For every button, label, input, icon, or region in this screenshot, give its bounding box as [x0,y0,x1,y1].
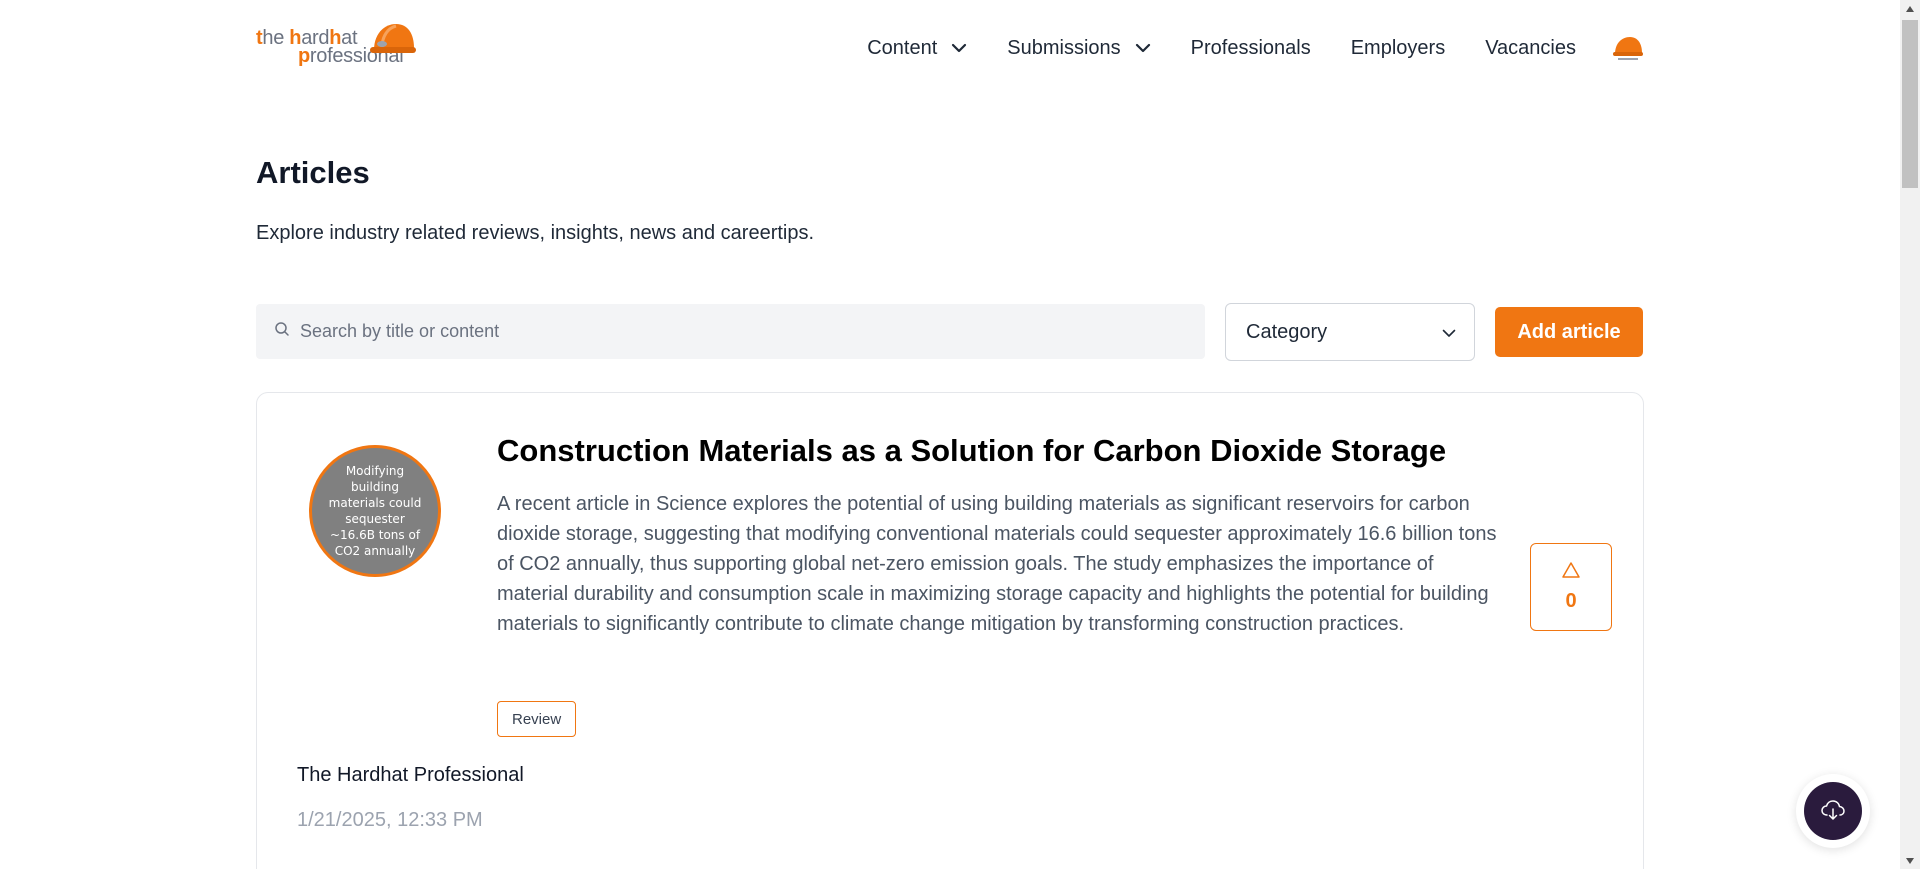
triangle-up-icon [1561,561,1581,584]
upvote-button[interactable]: 0 [1530,543,1612,631]
category-select-label: Category [1246,320,1328,343]
category-select[interactable]: Category [1225,303,1475,361]
search-input[interactable] [300,321,1180,342]
search-icon [274,321,290,342]
article-thumbnail[interactable]: Modifying building materials could seque… [309,445,441,577]
hardhat-icon[interactable] [1612,34,1644,62]
nav-content[interactable]: Content [867,37,967,60]
cloud-download-button[interactable] [1804,782,1862,840]
nav-professionals[interactable]: Professionals [1191,37,1311,60]
nav-submissions[interactable]: Submissions [1007,37,1150,60]
page-title: Articles [256,155,370,190]
article-description: A recent article in Science explores the… [497,493,1497,635]
nav-employers[interactable]: Employers [1351,37,1445,60]
site-header: the hardhat professional Content Submiss… [256,18,1644,78]
chevron-down-icon [1135,43,1151,53]
search-bar[interactable] [256,304,1205,359]
chevron-down-icon [951,43,967,53]
vertical-scrollbar[interactable] [1900,0,1920,869]
main-nav: Content Submissions Professionals Employ… [867,28,1644,68]
add-article-button[interactable]: Add article [1495,307,1643,357]
vote-count: 0 [1565,590,1577,612]
article-author: The Hardhat Professional [297,764,524,786]
chevron-down-icon [1442,321,1456,344]
article-date: 1/21/2025, 12:33 PM [297,809,483,831]
article-title[interactable]: Construction Materials as a Solution for… [497,433,1446,469]
scroll-up-arrow-icon[interactable] [1900,0,1920,17]
article-thumbnail-text: Modifying building materials could seque… [328,464,422,558]
scrollbar-thumb[interactable] [1902,20,1918,188]
hardhat-logo-icon [368,20,416,65]
article-tag[interactable]: Review [497,701,577,737]
page-subtitle: Explore industry related reviews, insigh… [256,222,815,244]
scroll-down-arrow-icon[interactable] [1900,852,1920,869]
site-logo[interactable]: the hardhat professional [256,18,426,78]
floating-action-container [1796,774,1870,848]
nav-vacancies[interactable]: Vacancies [1485,37,1576,60]
article-card[interactable]: Modifying building materials could seque… [256,392,1644,869]
cloud-download-icon [1820,798,1846,825]
